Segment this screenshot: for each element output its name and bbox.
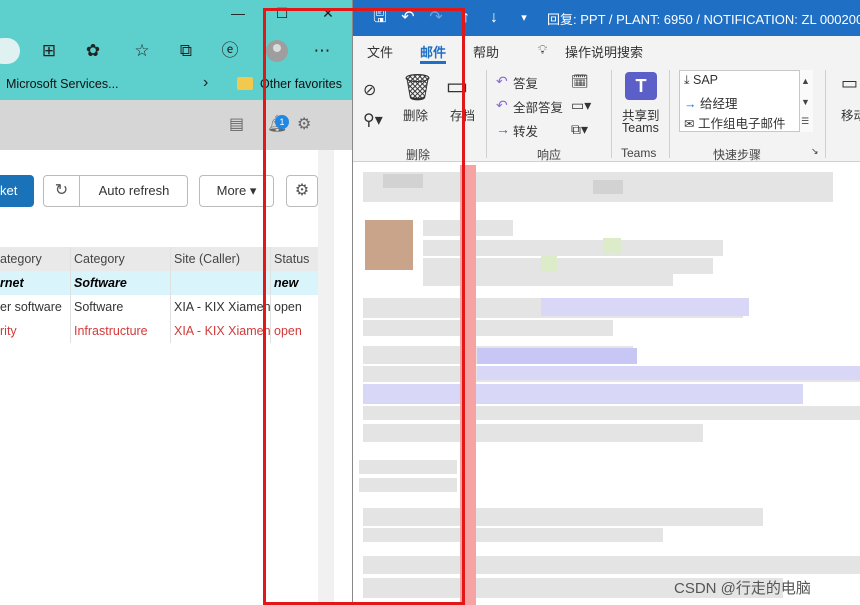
customize-toolbar-icon[interactable]: ▾ bbox=[513, 8, 535, 28]
table-cell: er software bbox=[0, 300, 62, 314]
refresh-group: ↻ Auto refresh bbox=[43, 175, 188, 207]
group-label-teams: Teams bbox=[621, 146, 657, 160]
group-label-quick-steps: 快速步骤 bbox=[713, 148, 762, 162]
quick-steps-gallery: ⤓ SAP → 给经理 ✉ 工作组电子邮件 bbox=[679, 70, 813, 132]
quick-step-to-manager[interactable]: → 给经理 bbox=[684, 93, 738, 112]
blurred-link bbox=[477, 348, 637, 364]
ribbon-separator bbox=[669, 70, 670, 158]
column-header[interactable]: Site (Caller) bbox=[170, 247, 270, 271]
watermark: CSDN @行走的电脑 bbox=[674, 580, 811, 597]
column-header[interactable]: ategory bbox=[0, 247, 70, 271]
folder-icon bbox=[237, 77, 253, 90]
share-to-teams-label-2[interactable]: Teams bbox=[622, 121, 659, 135]
collections-icon[interactable]: ⧉ bbox=[174, 40, 198, 62]
chevron-down-icon[interactable]: ▼ bbox=[801, 97, 810, 107]
chevron-up-icon[interactable]: ▲ bbox=[801, 76, 810, 86]
dialog-launcher-icon[interactable]: ↘ bbox=[811, 146, 819, 157]
new-ticket-button[interactable]: ket bbox=[0, 175, 34, 207]
quick-step-label: 给经理 bbox=[699, 97, 738, 111]
window-title: 回复: PPT / PLANT: 6950 / NOTIFICATION: ZL… bbox=[547, 12, 860, 27]
blurred-text bbox=[593, 180, 623, 194]
forward-button[interactable]: 转发 bbox=[513, 121, 538, 140]
ribbon-separator bbox=[825, 70, 826, 158]
favorites-star-icon[interactable]: ☆ bbox=[130, 40, 154, 62]
table-cell: Software bbox=[70, 295, 170, 319]
teams-icon[interactable]: T bbox=[625, 72, 657, 100]
blurred-link bbox=[541, 298, 749, 316]
move-icon[interactable]: ▭ bbox=[841, 73, 858, 94]
minimize-button[interactable]: — bbox=[226, 4, 250, 24]
im-reply-icon[interactable]: ▭▾ bbox=[571, 97, 591, 114]
table-cell: XIA - KIX Xiamen bbox=[170, 319, 270, 343]
group-label-respond: 响应 bbox=[537, 148, 562, 162]
forward-icon: → bbox=[496, 121, 510, 137]
tell-me-search[interactable]: 操作说明搜索 bbox=[565, 42, 643, 61]
blurred-text bbox=[603, 238, 621, 254]
ribbon-separator bbox=[611, 70, 612, 158]
move-button[interactable]: 移动 bbox=[841, 105, 860, 124]
lightbulb-icon: 💡︎ bbox=[538, 42, 548, 57]
table-cell: rnet bbox=[0, 276, 24, 290]
chevron-right-icon[interactable]: › bbox=[203, 74, 208, 92]
envelope-icon: ✉ bbox=[684, 117, 698, 131]
extensions-icon[interactable]: ✿ bbox=[81, 40, 105, 62]
table-cell: Software bbox=[70, 271, 170, 295]
table-cell: Infrastructure bbox=[70, 319, 170, 343]
blurred-link bbox=[477, 366, 860, 380]
more-label: More bbox=[216, 183, 247, 198]
table-cell: XIA - KIX Xiamen bbox=[170, 295, 270, 319]
refresh-icon[interactable]: ↻ bbox=[44, 176, 80, 206]
table-cell: rity bbox=[0, 324, 17, 338]
quick-step-sap[interactable]: ⤓ SAP bbox=[684, 73, 718, 88]
blurred-text bbox=[541, 256, 557, 272]
reply-all-icon: ↶ bbox=[496, 97, 508, 113]
dashboard-icon[interactable]: ▤ bbox=[229, 116, 244, 134]
ribbon-separator bbox=[486, 70, 487, 158]
quick-step-team-email[interactable]: ✉ 工作组电子邮件 bbox=[684, 113, 785, 132]
apps-icon[interactable]: ⊞ bbox=[37, 40, 61, 62]
expand-gallery-icon[interactable]: ☰ bbox=[801, 116, 809, 127]
ie-mode-icon[interactable]: ⓔ bbox=[218, 40, 242, 62]
auto-refresh-button[interactable]: Auto refresh bbox=[80, 176, 188, 206]
reply-icon: ↶ bbox=[496, 73, 508, 89]
arrow-right-icon: → bbox=[684, 97, 700, 111]
annotation-box bbox=[263, 8, 465, 605]
reply-button[interactable]: 答复 bbox=[513, 73, 538, 92]
table-cell bbox=[170, 271, 270, 295]
meeting-icon[interactable]: 🗓︎ bbox=[571, 73, 589, 90]
more-respond-icon[interactable]: ⧉▾ bbox=[571, 121, 588, 138]
quick-step-label: SAP bbox=[693, 73, 719, 87]
favorite-microsoft-services[interactable]: Microsoft Services... bbox=[6, 77, 119, 91]
arrow-down-icon[interactable]: ↓ bbox=[483, 8, 505, 28]
caret-down-icon: ▾ bbox=[249, 183, 257, 198]
column-header[interactable]: Category bbox=[70, 247, 170, 271]
quick-step-icon: ⤓ bbox=[684, 73, 693, 87]
quick-step-label: 工作组电子邮件 bbox=[697, 117, 786, 131]
tab-help[interactable]: 帮助 bbox=[473, 42, 499, 61]
reply-all-button[interactable]: 全部答复 bbox=[513, 97, 563, 116]
